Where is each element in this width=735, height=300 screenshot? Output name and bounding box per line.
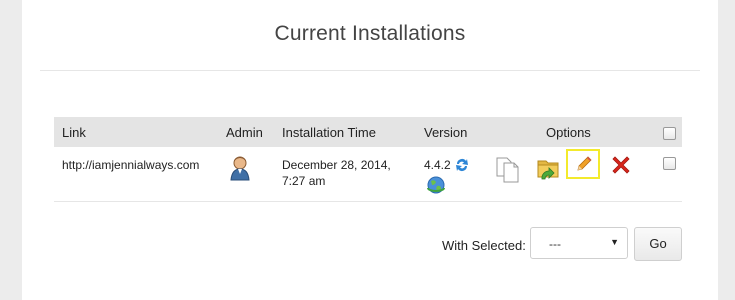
chevron-down-icon: ▼ [610,237,619,247]
bulk-action-select[interactable]: --- ▼ [530,227,628,259]
table-row: http://iamjennialways.com December 28, 2… [54,147,682,202]
header-link: Link [62,125,86,140]
install-version: 4.4.2 [424,158,451,172]
row-select-checkbox[interactable] [663,157,676,170]
go-button[interactable]: Go [634,227,682,261]
remove-x-icon[interactable] [610,154,632,179]
clone-icon[interactable] [496,157,520,186]
page-title: Current Installations [274,22,466,45]
installations-panel: Current Installations Link Admin Install… [22,0,718,300]
install-time-date: December 28, 2014, [282,158,391,172]
bulk-action-value: --- [549,237,561,251]
install-link[interactable]: http://iamjennialways.com [62,158,199,172]
refresh-icon[interactable] [454,157,470,176]
edit-button[interactable] [566,149,600,179]
with-selected-label: With Selected: [442,238,526,253]
globe-icon[interactable] [426,175,446,198]
header-version: Version [424,125,468,140]
installations-table: Link Admin Installation Time Version Opt… [54,117,682,202]
header-admin: Admin [226,125,263,140]
header-installation-time: Installation Time [282,125,376,140]
select-all-checkbox[interactable] [663,127,676,140]
table-header: Link Admin Installation Time Version Opt… [54,117,682,147]
pencil-edit-icon [575,155,593,176]
admin-user-icon[interactable] [230,155,250,184]
title-divider [40,70,700,71]
install-time-clock: 7:27 am [282,174,326,188]
header-options: Options [546,125,591,140]
backup-folder-icon[interactable] [536,155,562,184]
